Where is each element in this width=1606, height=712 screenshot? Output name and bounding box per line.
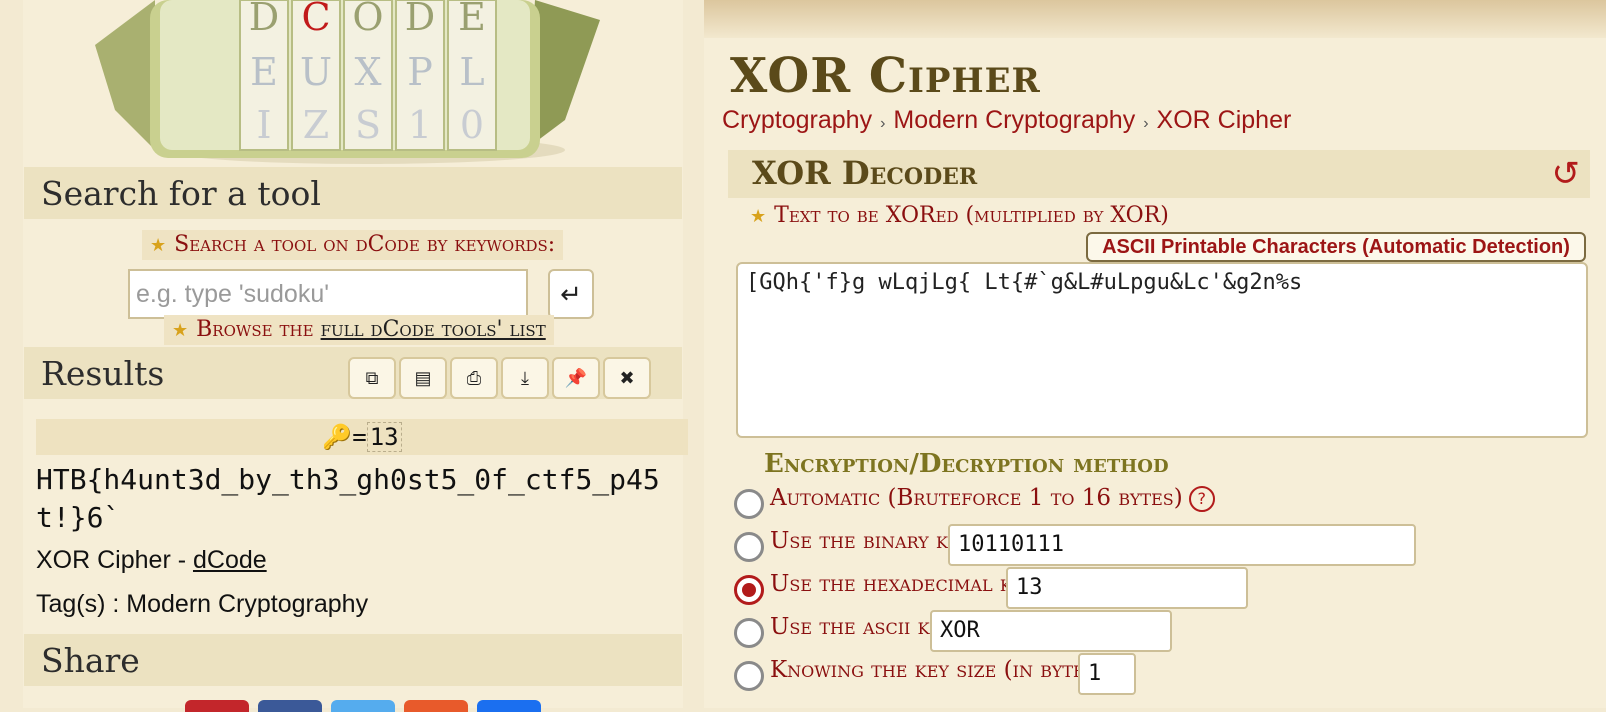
page-title: XOR Cipher bbox=[730, 48, 1041, 104]
radio-automatic[interactable] bbox=[734, 489, 764, 519]
svg-text:X: X bbox=[354, 50, 381, 94]
binary-key-input[interactable]: 10110111 bbox=[948, 524, 1416, 566]
ascii-detection-button[interactable]: ASCII Printable Characters (Automatic De… bbox=[1086, 232, 1586, 262]
method-title: Encryption/Decryption method bbox=[764, 449, 1169, 479]
share-section-header: Share bbox=[24, 634, 682, 686]
search-keywords-text: Search a tool on dCode by keywords: bbox=[174, 232, 556, 257]
option-automatic-text: Automatic (Bruteforce 1 to 16 bytes) bbox=[770, 485, 1183, 511]
share-button-pinterest[interactable] bbox=[185, 700, 249, 712]
pin-button[interactable]: 📌 bbox=[552, 357, 600, 399]
left-sidebar: DCODE EUXPL IZS10 Search for a tool ★ Sea… bbox=[0, 0, 704, 712]
breadcrumb-xor-cipher[interactable]: XOR Cipher bbox=[1157, 106, 1292, 134]
save-button[interactable]: ▤ bbox=[399, 357, 447, 399]
hex-key-input[interactable]: 13 bbox=[1006, 567, 1248, 609]
print-button[interactable]: ⎙ bbox=[450, 357, 498, 399]
search-input[interactable]: e.g. type 'sudoku' bbox=[128, 269, 528, 319]
svg-text:O: O bbox=[352, 0, 383, 39]
share-button-reddit[interactable] bbox=[404, 700, 468, 712]
breadcrumb: Cryptography › Modern Cryptography › XOR Cip… bbox=[722, 106, 1291, 135]
download-button[interactable]: ⤓ bbox=[501, 357, 549, 399]
dcode-link[interactable]: dCode bbox=[193, 546, 267, 574]
decoder-header: XOR Decoder ↺ bbox=[728, 150, 1590, 198]
share-button-twitter[interactable] bbox=[331, 700, 395, 712]
save-icon: ▤ bbox=[414, 368, 432, 388]
result-key-row: 🔑= 13 bbox=[36, 419, 688, 455]
results-title: Results bbox=[41, 354, 165, 393]
option-automatic-label: Automatic (Bruteforce 1 to 16 bytes)? bbox=[770, 485, 1215, 512]
search-submit-button[interactable]: ↵ bbox=[548, 269, 594, 319]
radio-hex-key[interactable] bbox=[734, 575, 764, 605]
result-text: HTB{h4unt3d_by_th3_gh0st5_0f_ctf5_p45t!}… bbox=[36, 463, 660, 534]
copy-icon: ⧉ bbox=[365, 368, 379, 388]
result-source: XOR Cipher - dCode bbox=[36, 546, 267, 575]
ascii-key-input[interactable]: XOR bbox=[930, 610, 1172, 652]
breadcrumb-separator-icon: › bbox=[1143, 115, 1149, 132]
svg-text:C: C bbox=[301, 0, 330, 39]
svg-text:E: E bbox=[458, 0, 486, 39]
search-section-header: Search for a tool bbox=[24, 167, 682, 219]
key-icon: 🔑 bbox=[322, 423, 353, 451]
result-key-value: 13 bbox=[366, 422, 402, 452]
browse-tools-row: ★ Browse the full dCode tools' list bbox=[164, 315, 554, 345]
search-section-title: Search for a tool bbox=[41, 174, 321, 213]
svg-text:S: S bbox=[355, 103, 381, 147]
decoder-title: XOR Decoder bbox=[752, 154, 978, 192]
text-to-xor-label-text: Text to be XORed (multiplied by XOR) bbox=[774, 203, 1169, 228]
star-icon: ★ bbox=[150, 235, 167, 256]
svg-text:D: D bbox=[405, 0, 435, 39]
svg-text:U: U bbox=[300, 50, 332, 94]
print-icon: ⎙ bbox=[466, 368, 482, 388]
option-binary-key-label: Use the binary key bbox=[770, 528, 971, 554]
radio-ascii-key[interactable] bbox=[734, 618, 764, 648]
text-to-xor-label: ★ Text to be XORed (multiplied by XOR) bbox=[750, 203, 1169, 228]
share-button-messenger[interactable] bbox=[477, 700, 541, 712]
enter-icon: ↵ bbox=[560, 279, 582, 309]
help-icon[interactable]: ? bbox=[1188, 486, 1215, 512]
dcode-cryptex-logo[interactable]: DCODE EUXPL IZS10 bbox=[95, 0, 615, 168]
result-tags: Tag(s) : Modern Cryptography bbox=[36, 590, 369, 618]
share-title: Share bbox=[41, 641, 140, 680]
radio-binary-key[interactable] bbox=[734, 532, 764, 562]
option-key-size-label: Knowing the key size (in bytes) bbox=[770, 657, 1105, 683]
browse-prefix: Browse the bbox=[196, 317, 314, 342]
copy-button[interactable]: ⧉ bbox=[348, 357, 396, 399]
svg-text:P: P bbox=[407, 50, 433, 94]
radio-key-size[interactable] bbox=[734, 661, 764, 691]
option-hex-key-label: Use the hexadecimal key bbox=[770, 571, 1035, 597]
ciphertext-textarea[interactable]: [GQh{'f}g wLqjLg{ Lt{#`g&L#uLpgu&Lc'&g2n… bbox=[736, 262, 1588, 438]
download-icon: ⤓ bbox=[521, 368, 529, 388]
header-decoration bbox=[704, 0, 1606, 38]
breadcrumb-modern-cryptography[interactable]: Modern Cryptography bbox=[893, 106, 1135, 134]
reset-icon[interactable]: ↺ bbox=[1552, 154, 1581, 194]
main-content: XOR Cipher Cryptography › Modern Cryptogra… bbox=[704, 0, 1606, 708]
breadcrumb-cryptography[interactable]: Cryptography bbox=[722, 106, 872, 134]
close-button[interactable]: ✖ bbox=[603, 357, 651, 399]
search-keywords-label: ★ Search a tool on dCode by keywords: bbox=[142, 230, 564, 260]
svg-text:1: 1 bbox=[408, 103, 432, 147]
svg-text:D: D bbox=[249, 0, 279, 39]
share-button-facebook[interactable] bbox=[258, 700, 322, 712]
svg-text:I: I bbox=[256, 103, 271, 147]
pin-icon: 📌 bbox=[564, 368, 588, 388]
svg-text:Z: Z bbox=[303, 103, 329, 147]
key-size-input[interactable]: 1 bbox=[1078, 653, 1136, 695]
breadcrumb-separator-icon: › bbox=[880, 115, 886, 132]
result-source-prefix: XOR Cipher - bbox=[36, 546, 193, 574]
svg-text:0: 0 bbox=[460, 103, 484, 147]
svg-text:E: E bbox=[250, 50, 278, 94]
full-tools-list-link[interactable]: full dCode tools' list bbox=[321, 317, 546, 342]
close-icon: ✖ bbox=[619, 368, 635, 388]
svg-text:L: L bbox=[459, 50, 484, 94]
star-icon: ★ bbox=[172, 320, 189, 341]
option-ascii-key-label: Use the ascii key bbox=[770, 614, 952, 640]
star-icon: ★ bbox=[750, 206, 767, 227]
